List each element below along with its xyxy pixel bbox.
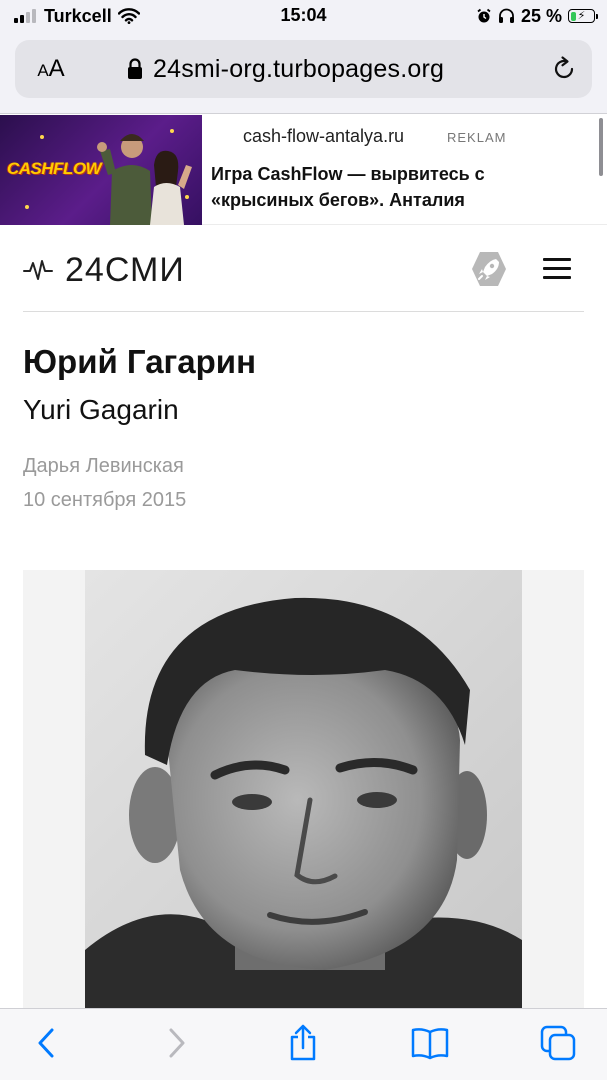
browser-toolbar: [0, 1008, 607, 1080]
url-bar[interactable]: AA 24smi-org.turbopages.org: [15, 40, 592, 98]
url-text: 24smi-org.turbopages.org: [153, 54, 445, 83]
scroll-indicator: [599, 118, 603, 176]
back-icon: [38, 1028, 54, 1058]
status-right: 25 % ⚡: [476, 5, 598, 27]
battery-charging-icon: ⚡: [568, 9, 598, 23]
browser-address-area: AA 24smi-org.turbopages.org: [0, 34, 607, 114]
portrait-photo: [85, 570, 522, 1008]
share-icon: [290, 1024, 316, 1061]
ad-logo: CASHFLOW: [7, 159, 102, 178]
text-size-label-large: A: [48, 55, 65, 82]
lock-icon: [128, 58, 142, 79]
article-subtitle: Yuri Gagarin: [23, 394, 179, 425]
ad-image[interactable]: CASHFLOW: [0, 115, 202, 225]
reload-icon[interactable]: [550, 55, 578, 83]
article-photo-container: [23, 570, 584, 1008]
url-field[interactable]: 24smi-org.turbopages.org: [127, 52, 444, 86]
alarm-icon: [477, 8, 491, 23]
ad-tag: REKLAM: [447, 130, 507, 145]
text-size-button[interactable]: AA: [29, 53, 73, 85]
pulse-icon: [23, 260, 53, 280]
site-logo-text: 24СМИ: [65, 250, 185, 289]
tabs-icon: [540, 1025, 576, 1061]
back-button[interactable]: [27, 1023, 67, 1063]
forward-icon: [169, 1028, 185, 1058]
headphones-icon: [498, 8, 514, 23]
text-size-label-small: A: [37, 61, 49, 80]
status-bar: Turkcell 15:04 25 % ⚡: [0, 0, 607, 34]
forward-button[interactable]: [156, 1023, 196, 1063]
article-author[interactable]: Дарья Левинская: [23, 455, 184, 478]
site-logo[interactable]: 24СМИ: [23, 250, 185, 290]
bookmarks-button[interactable]: [410, 1023, 450, 1063]
article-title: Юрий Гагарин: [23, 343, 257, 380]
ad-banner[interactable]: CASHFLOW cash-flow-antalya.ru REKLAM Игр…: [0, 115, 607, 225]
article-date: 10 сентября 2015: [23, 489, 187, 511]
rocket-icon[interactable]: [470, 250, 508, 288]
bookmarks-icon: [411, 1028, 449, 1060]
battery-percent: 25 %: [520, 5, 562, 26]
menu-icon[interactable]: [543, 258, 571, 280]
site-header: 24СМИ: [23, 226, 584, 312]
tabs-button[interactable]: [538, 1023, 578, 1063]
ad-domain[interactable]: cash-flow-antalya.ru: [243, 126, 404, 147]
share-button[interactable]: [283, 1023, 323, 1063]
article-photo[interactable]: [85, 570, 522, 1008]
ad-title[interactable]: Игра CashFlow — вырвитесь с «крысиных бе…: [211, 161, 541, 213]
